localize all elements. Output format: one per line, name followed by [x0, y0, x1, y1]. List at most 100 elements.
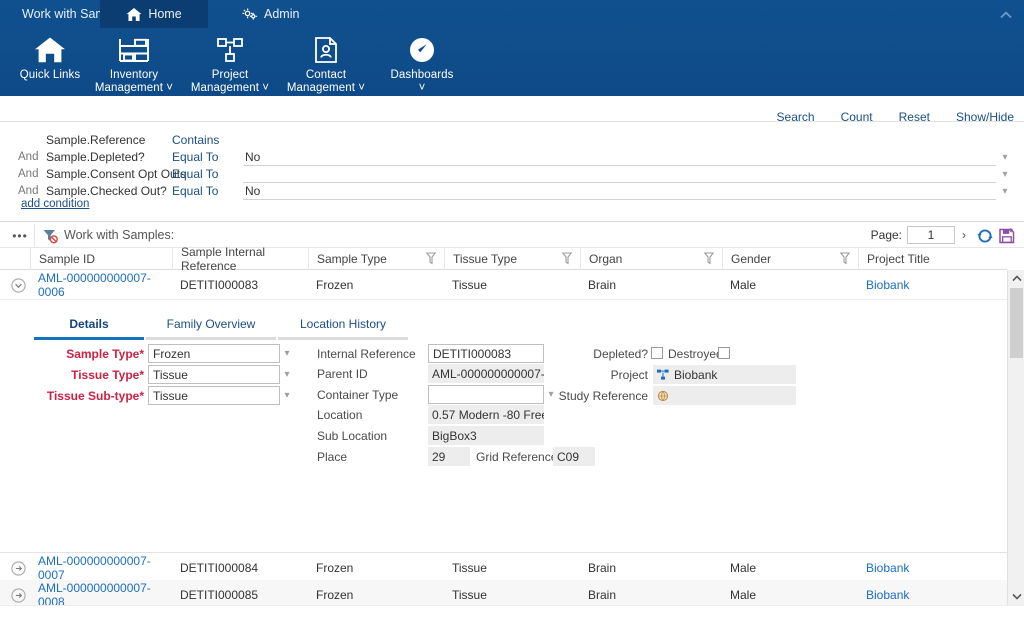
cell-sample-id[interactable]: AML-000000000007-0006 — [30, 270, 172, 300]
tab-underline — [34, 337, 144, 340]
top-tabstrip: Work with Samples Home Admin — [0, 0, 1024, 28]
filter-funnel-icon[interactable] — [561, 252, 573, 265]
destroyed-checkbox[interactable] — [718, 347, 730, 359]
table-row[interactable]: AML-000000000007-0008 DETITI000085 Froze… — [0, 580, 1007, 605]
project-value[interactable]: Biobank — [653, 365, 796, 384]
grid-header-gender[interactable]: Gender — [722, 248, 858, 270]
chevron-down-icon[interactable]: ▾ — [998, 150, 1012, 164]
detail-form: Sample Type* ▾ Tissue Type* ▾ Tissue Sub… — [0, 344, 1007, 544]
cell-internal-reference: DETITI000085 — [180, 588, 259, 602]
tissue-sub-type-select[interactable] — [148, 386, 280, 405]
column-label: Sample Internal Reference — [181, 245, 266, 273]
chevron-down-icon[interactable]: ▾ — [281, 344, 293, 362]
expand-circle-icon[interactable] — [11, 588, 26, 603]
criteria-value-wrap: ▾ — [243, 166, 1014, 184]
collapse-circle-icon[interactable] — [11, 278, 26, 293]
table-row[interactable]: AML-000000000007-0006 DETITI000083 Froze… — [0, 270, 1007, 300]
cell-tissue-type: Tissue — [452, 278, 487, 292]
ribbon-item-project-management[interactable]: Project Management ˅ — [180, 32, 280, 95]
tab-details[interactable]: Details — [34, 312, 144, 340]
cell-project-title[interactable]: Biobank — [858, 580, 1007, 605]
criteria-field[interactable]: Sample.Consent Opt Outs — [46, 167, 186, 181]
scroll-down-button[interactable] — [1008, 588, 1024, 605]
label-project: Project — [610, 368, 648, 382]
internal-reference-field[interactable] — [428, 344, 544, 363]
study-reference-value[interactable] — [653, 386, 796, 405]
grid-header-internal-reference[interactable]: Sample Internal Reference — [172, 245, 308, 273]
chevron-down-icon[interactable]: ▾ — [281, 365, 293, 383]
filter-funnel-icon[interactable] — [839, 252, 851, 265]
criteria-operator[interactable]: Equal To — [172, 150, 218, 164]
criteria-field[interactable]: Sample.Checked Out? — [46, 184, 167, 198]
save-disk-icon[interactable] — [998, 227, 1016, 245]
collapse-banner-button[interactable] — [996, 4, 1016, 26]
grid-scrollbar[interactable] — [1007, 270, 1024, 605]
grid-header-sample-type[interactable]: Sample Type — [308, 248, 444, 270]
criteria-panel: Sample.Reference Contains And Sample.Dep… — [0, 122, 1024, 222]
toolbar-divider — [34, 224, 35, 248]
hierarchy-small-icon — [657, 369, 669, 381]
ellipsis-icon[interactable]: ••• — [9, 227, 31, 245]
cell-sample-type: Frozen — [316, 561, 354, 575]
criteria-conjunction[interactable]: And — [18, 168, 42, 180]
filter-funnel-icon[interactable] — [425, 252, 437, 265]
grid-header-sample-id[interactable]: Sample ID — [30, 248, 172, 270]
criteria-operator[interactable]: Contains — [172, 133, 219, 147]
next-page-button[interactable]: › — [960, 228, 968, 242]
filter-clear-icon[interactable] — [42, 228, 58, 244]
cell-organ: Brain — [588, 278, 617, 292]
ribbon-item-contact-management[interactable]: Contact Management ˅ — [276, 32, 376, 95]
ribbon-item-inventory-management[interactable]: Inventory Management ˅ — [84, 32, 184, 95]
tab-family-overview[interactable]: Family Overview — [146, 312, 276, 340]
criteria-operator[interactable]: Equal To — [172, 167, 218, 181]
ribbon-item-label: Contact Management ˅ — [286, 69, 366, 94]
top-banner: Work with Samples Home Admin Quick Links… — [0, 0, 1024, 96]
criteria-value-input[interactable] — [243, 149, 996, 166]
criteria-value-input[interactable] — [243, 183, 996, 200]
label-internal-reference: Internal Reference — [317, 347, 416, 361]
grid-header-tissue-type[interactable]: Tissue Type — [444, 248, 580, 270]
chevron-down-icon[interactable]: ▾ — [281, 386, 293, 404]
ribbon-item-dashboards[interactable]: Dashboards ˅ — [372, 32, 472, 95]
criteria-operator[interactable]: Equal To — [172, 184, 218, 198]
label-tissue-sub-type: Tissue Sub-type* — [46, 389, 144, 403]
criteria-conjunction[interactable]: And — [18, 185, 42, 197]
criteria-field[interactable]: Sample.Depleted? — [46, 150, 145, 164]
tab-admin[interactable]: Admin — [228, 0, 313, 28]
grid-header-spacer — [0, 248, 30, 270]
add-condition-link[interactable]: add condition — [21, 198, 89, 210]
filter-funnel-icon[interactable] — [703, 252, 715, 265]
table-row[interactable]: AML-000000000007-0007 DETITI000084 Froze… — [0, 553, 1007, 583]
cell-internal-reference: DETITI000084 — [180, 561, 259, 575]
sample-type-select[interactable] — [148, 344, 280, 363]
cell-project-title[interactable]: Biobank — [858, 553, 1007, 583]
cell-sample-id[interactable]: AML-000000000007-0007 — [30, 553, 172, 583]
criteria-value-input[interactable] — [243, 166, 996, 183]
depleted-checkbox[interactable] — [651, 347, 663, 359]
criteria-row: And Sample.Depleted? Equal To ▾ — [0, 149, 1024, 167]
label-parent-id: Parent ID — [317, 367, 368, 381]
grid-header-organ[interactable]: Organ — [580, 248, 722, 270]
tab-home[interactable]: Home — [100, 0, 208, 28]
page-input[interactable] — [907, 226, 955, 244]
cell-sample-id[interactable]: AML-000000000007-0008 — [30, 580, 172, 605]
grid-title: Work with Samples: — [64, 228, 175, 242]
criteria-conjunction[interactable]: And — [18, 151, 42, 163]
cell-sample-type: Frozen — [316, 588, 354, 602]
scrollbar-thumb[interactable] — [1010, 288, 1023, 358]
grid-header-project-title[interactable]: Project Title — [858, 248, 1007, 270]
criteria-field[interactable]: Sample.Reference — [46, 133, 145, 147]
grid-reference-value: C09 — [553, 447, 595, 466]
refresh-icon[interactable] — [976, 227, 994, 245]
tissue-type-select[interactable] — [148, 365, 280, 384]
scroll-up-button[interactable] — [1008, 270, 1024, 287]
cell-internal-reference: DETITI000083 — [180, 278, 259, 292]
column-label: Gender — [731, 252, 772, 266]
container-type-select[interactable] — [428, 385, 544, 404]
expand-circle-icon[interactable] — [11, 561, 26, 576]
chevron-down-icon[interactable]: ▾ — [998, 184, 1012, 198]
tab-location-history[interactable]: Location History — [278, 312, 408, 340]
cell-project-title[interactable]: Biobank — [858, 270, 1007, 300]
globe-small-icon — [657, 390, 669, 402]
chevron-down-icon[interactable]: ▾ — [998, 167, 1012, 181]
